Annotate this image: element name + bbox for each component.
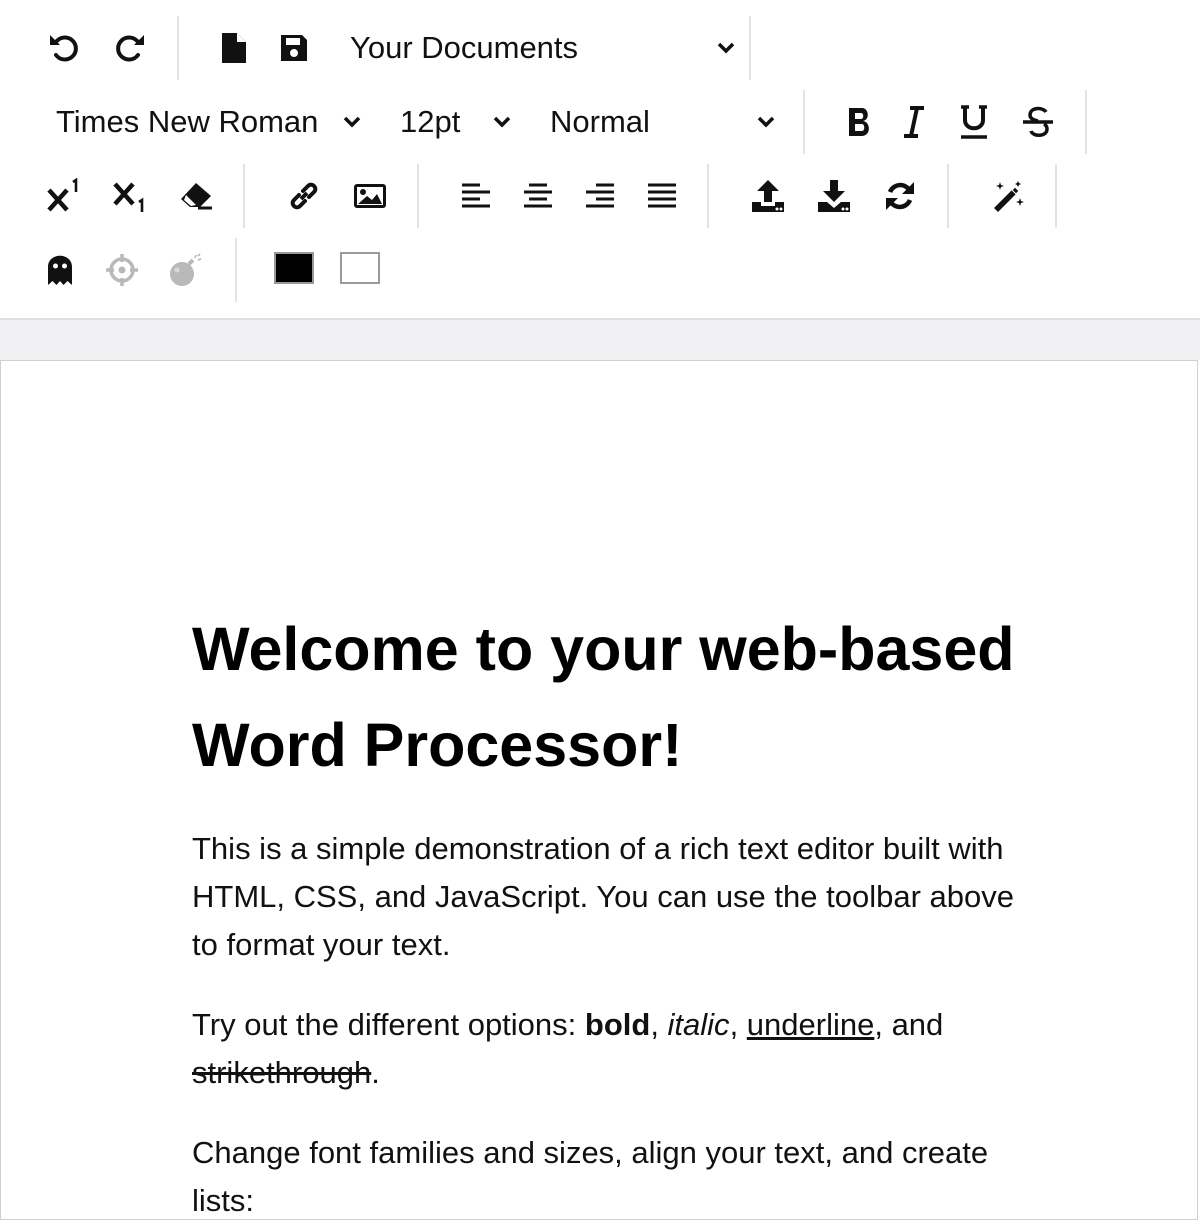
image-icon — [354, 184, 386, 208]
new-document-button[interactable] — [212, 26, 256, 70]
document-select-value: Your Documents — [350, 30, 579, 65]
redo-button[interactable] — [108, 26, 152, 70]
bomb-button[interactable] — [164, 248, 208, 292]
italic-button[interactable] — [892, 100, 936, 144]
editor-gutter — [0, 320, 1200, 360]
bomb-icon — [170, 253, 202, 286]
document-select[interactable]: Your Documents — [350, 26, 736, 70]
bold-text: bold — [584, 1007, 651, 1042]
chevron-down-icon — [492, 115, 512, 129]
paragraph-text: , — [650, 1007, 668, 1042]
toolbar-separator — [235, 238, 237, 302]
justify-button[interactable] — [640, 174, 684, 218]
clear-format-button[interactable] — [174, 174, 218, 218]
upload-icon — [752, 180, 784, 212]
strikethrough-icon — [1023, 106, 1053, 137]
toolbar-separator — [417, 164, 419, 228]
toolbar-separator — [707, 164, 709, 228]
superscript-icon — [47, 178, 78, 212]
editor-toolbar: Your Documents Times New Roman 12pt Norm… — [0, 0, 1200, 320]
sync-icon — [886, 182, 914, 210]
background-color-swatch[interactable] — [340, 252, 380, 284]
magic-wand-icon — [994, 181, 1024, 212]
paragraph-text: , and — [874, 1007, 944, 1042]
strikethrough-button[interactable] — [1016, 100, 1060, 144]
align-right-button[interactable] — [578, 174, 622, 218]
align-left-button[interactable] — [454, 174, 498, 218]
font-size-select[interactable]: 12pt — [400, 100, 512, 144]
toolbar-separator — [749, 16, 751, 80]
crosshairs-icon — [106, 254, 138, 286]
eraser-icon — [181, 183, 212, 210]
block-format-select[interactable]: Normal — [550, 100, 776, 144]
toolbar-separator — [947, 164, 949, 228]
align-left-icon — [462, 183, 490, 208]
paragraph-text: . — [371, 1055, 380, 1090]
underline-button[interactable] — [952, 100, 996, 144]
subscript-button[interactable] — [108, 174, 152, 218]
floppy-disk-icon — [281, 35, 307, 61]
italic-text: italic — [667, 1007, 730, 1042]
download-icon — [818, 180, 850, 212]
italic-icon — [904, 106, 924, 138]
document-paragraph-formatting: Try out the different options: bold, ita… — [192, 1001, 1022, 1097]
text-color-swatch[interactable] — [274, 252, 314, 284]
refresh-button[interactable] — [878, 174, 922, 218]
document-paragraph: This is a simple demonstration of a rich… — [192, 831, 1014, 962]
toolbar-separator — [177, 16, 179, 80]
font-family-value: Times New Roman — [56, 104, 319, 139]
bold-icon — [849, 108, 869, 136]
font-family-select[interactable]: Times New Roman — [56, 100, 362, 144]
align-justify-icon — [648, 183, 676, 208]
chevron-down-icon — [716, 41, 736, 55]
magic-button[interactable] — [986, 174, 1030, 218]
document-page[interactable]: Welcome to your web-based Word Processor… — [0, 360, 1198, 1220]
upload-button[interactable] — [746, 174, 790, 218]
target-button[interactable] — [100, 248, 144, 292]
file-icon — [222, 33, 246, 63]
undo-icon — [50, 35, 78, 62]
toolbar-separator — [243, 164, 245, 228]
image-button[interactable] — [348, 174, 392, 218]
save-button[interactable] — [272, 26, 316, 70]
bold-button[interactable] — [838, 100, 882, 144]
underline-icon — [961, 105, 987, 139]
align-center-button[interactable] — [516, 174, 560, 218]
subscript-icon — [113, 182, 144, 212]
document-content[interactable]: Welcome to your web-based Word Processor… — [192, 601, 1022, 1225]
redo-icon — [116, 35, 144, 62]
document-paragraph: Change font families and sizes, align yo… — [192, 1135, 989, 1218]
paragraph-text: Try out the different options: — [192, 1007, 585, 1042]
font-size-value: 12pt — [400, 104, 461, 139]
chevron-down-icon — [756, 115, 776, 129]
toolbar-separator — [1085, 90, 1087, 154]
toolbar-separator — [803, 90, 805, 154]
link-icon — [290, 182, 318, 210]
ghost-button[interactable] — [38, 248, 82, 292]
download-button[interactable] — [812, 174, 856, 218]
toolbar-separator — [1055, 164, 1057, 228]
align-center-icon — [524, 183, 552, 208]
underline-text: underline — [746, 1007, 875, 1042]
chevron-down-icon — [342, 115, 362, 129]
superscript-button[interactable] — [42, 174, 86, 218]
document-heading: Welcome to your web-based Word Processor… — [192, 615, 1015, 779]
align-right-icon — [586, 183, 614, 208]
strikethrough-text: strikethrough — [192, 1055, 372, 1090]
block-format-value: Normal — [550, 104, 650, 139]
paragraph-text: , — [729, 1007, 747, 1042]
ghost-icon — [48, 255, 72, 285]
link-button[interactable] — [282, 174, 326, 218]
undo-button[interactable] — [42, 26, 86, 70]
